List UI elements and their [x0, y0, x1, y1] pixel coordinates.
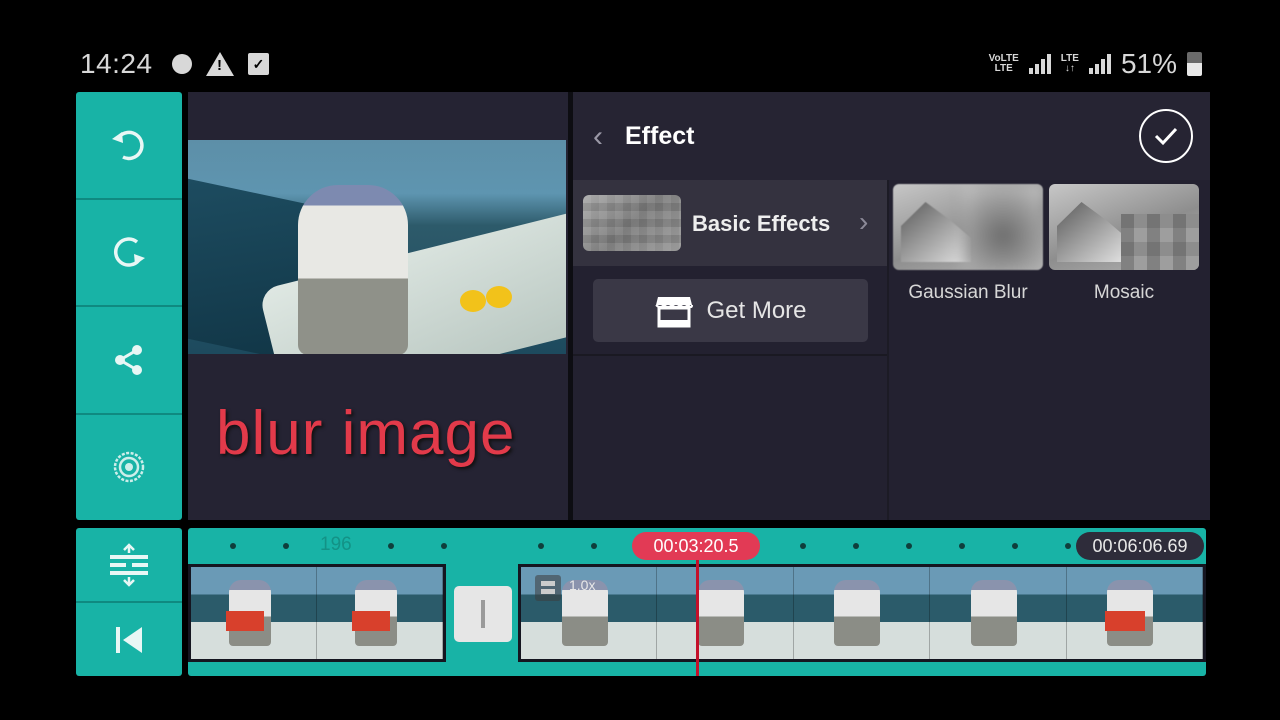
time-ruler[interactable]: 196 00:03:20.5 00:06:06.69: [188, 528, 1206, 564]
preview-panel: blur image: [188, 92, 568, 520]
separator: [573, 354, 887, 356]
ruler-tick: [441, 543, 447, 549]
effect-label: Gaussian Blur: [908, 282, 1028, 303]
ruler-tick: [388, 543, 394, 549]
video-clip-2[interactable]: 1.0x: [518, 564, 1206, 662]
ruler-tick: [853, 543, 859, 549]
store-icon: [655, 296, 694, 327]
clip-speed: 1.0x: [569, 577, 596, 593]
redo-button[interactable]: [76, 200, 182, 307]
ruler-label: 196: [320, 534, 352, 555]
clip-frame: [657, 567, 794, 659]
category-label: Basic Effects: [692, 211, 831, 236]
ruler-tick: [1012, 543, 1018, 549]
effect-header: ‹ Effect: [573, 92, 1210, 180]
column-separator: [887, 180, 889, 520]
timeline[interactable]: 196 00:03:20.5 00:06:06.69 1.0x: [188, 528, 1206, 676]
video-buoy: [486, 286, 512, 308]
clip-frame: [793, 567, 931, 659]
signal-strength-icon: [1028, 54, 1051, 74]
video-clip-1[interactable]: [188, 564, 446, 662]
checkbox-notification-icon: ✓: [248, 53, 269, 75]
left-toolbar: [76, 92, 182, 520]
video-preview[interactable]: [188, 140, 566, 354]
get-more-button[interactable]: Get More: [593, 279, 868, 342]
undo-icon: [112, 130, 144, 160]
timeline-tools: [76, 528, 182, 676]
undo-button[interactable]: [76, 92, 182, 200]
total-duration: 00:06:06.69: [1076, 532, 1204, 560]
battery-percent: 51%: [1120, 48, 1177, 79]
ruler-tick: [1065, 543, 1071, 549]
ruler-tick: [283, 543, 289, 549]
get-more-label: Get More: [706, 296, 807, 324]
warning-icon: [206, 52, 234, 76]
category-thumbnail: [583, 195, 681, 251]
checkmark-icon: [1154, 127, 1178, 146]
skip-to-start-icon: [116, 626, 142, 653]
status-bar: 14:24 ✓ VoLTE LTE LTE ↓↑ 51%: [0, 40, 1280, 88]
video-buoy: [460, 290, 486, 312]
video-person: [298, 185, 408, 354]
effect-mosaic[interactable]: Mosaic: [1049, 184, 1199, 304]
volte-icon: VoLTE LTE: [989, 54, 1019, 74]
playhead-time: 00:03:20.5: [632, 532, 760, 560]
back-chevron-icon[interactable]: ‹: [593, 120, 603, 154]
status-time: 14:24: [80, 48, 153, 79]
expand-vertical-icon: [110, 542, 148, 587]
clip-type-icon: [535, 575, 561, 601]
lte-icon: LTE ↓↑: [1061, 54, 1079, 74]
ruler-tick: [800, 543, 806, 549]
dot-notification-icon: [172, 54, 192, 74]
playhead[interactable]: [696, 560, 699, 676]
clip-frame: [1066, 567, 1203, 659]
confirm-button[interactable]: [1139, 109, 1193, 163]
system-indicators: VoLTE LTE LTE ↓↑ 51%: [989, 48, 1202, 80]
net2-line2: ↓↑: [1064, 63, 1075, 74]
ruler-tick: [591, 543, 597, 549]
category-basic-effects[interactable]: Basic Effects ›: [573, 180, 887, 266]
effect-panel: ‹ Effect Basic Effects › Get More Gaussi…: [573, 92, 1210, 520]
settings-icon: [113, 452, 145, 483]
ruler-tick: [906, 543, 912, 549]
signal-strength-icon-2: [1088, 54, 1111, 74]
ruler-tick: [959, 543, 965, 549]
effect-gaussian-blur[interactable]: Gaussian Blur: [893, 184, 1043, 304]
clip-frame: [191, 567, 317, 659]
mosaic-thumbnail: [1049, 184, 1199, 270]
transition-button[interactable]: [454, 586, 512, 642]
ruler-tick: [538, 543, 544, 549]
net1-line2: LTE: [994, 63, 1013, 74]
clip-frame: [317, 567, 443, 659]
ruler-tick: [230, 543, 236, 549]
battery-icon: [1187, 52, 1202, 76]
settings-button[interactable]: [76, 415, 182, 521]
effect-label: Mosaic: [1093, 282, 1155, 303]
jump-to-start-button[interactable]: [76, 603, 182, 676]
panel-title: Effect: [625, 122, 695, 150]
clip-frame: [930, 567, 1067, 659]
share-icon: [115, 344, 142, 375]
redo-icon: [113, 237, 145, 268]
share-button[interactable]: [76, 307, 182, 415]
expand-timeline-button[interactable]: [76, 528, 182, 603]
gaussian-blur-thumbnail: [893, 184, 1043, 270]
overlay-caption: blur image: [216, 399, 516, 468]
chevron-right-icon: ›: [859, 206, 869, 237]
